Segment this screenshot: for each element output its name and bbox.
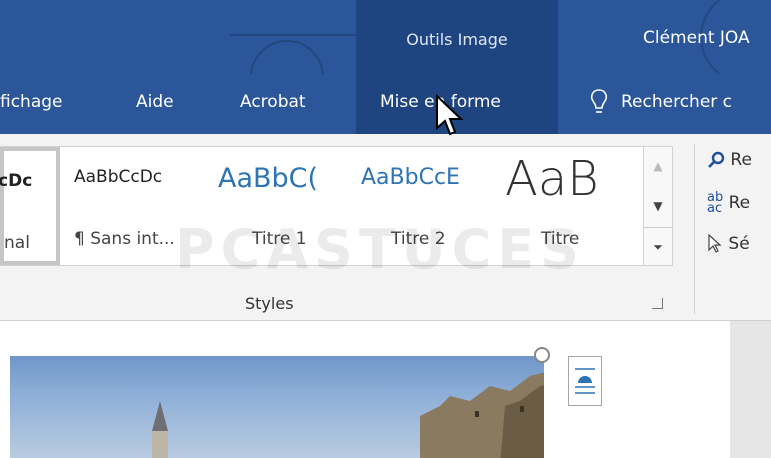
styles-group-label: Styles [245, 294, 294, 313]
style-name: ¶ Sans int... [74, 229, 175, 249]
gallery-up-icon[interactable]: ▲ [644, 147, 672, 185]
find-label: Re [730, 150, 752, 170]
document-page [0, 321, 730, 458]
tab-aide[interactable]: Aide [136, 92, 174, 112]
tower-image [152, 401, 168, 458]
replace-label: Re [728, 193, 751, 213]
style-preview: AaBbCcE [361, 165, 460, 190]
rotate-handle[interactable] [534, 347, 550, 363]
style-name: nal [4, 233, 30, 253]
select-cursor-icon [708, 233, 722, 253]
gallery-more-icon[interactable]: ⏷ [644, 227, 672, 266]
select-button[interactable]: Sé [707, 233, 750, 254]
document-area [0, 320, 771, 458]
mouse-cursor-icon [436, 94, 464, 136]
gallery-scroll: ▲ ▼ ⏷ [643, 146, 673, 266]
find-button[interactable]: Re [707, 150, 752, 170]
ribbon-tabs: fichage Aide Acrobat Mise en forme Reche… [0, 74, 771, 134]
dialog-launcher-icon[interactable] [652, 298, 663, 309]
tab-acrobat[interactable]: Acrobat [240, 92, 306, 112]
replace-icon: ab ac [707, 190, 724, 216]
contextual-tab-group-label: Outils Image [406, 30, 508, 49]
tell-me-search[interactable]: Rechercher c [621, 92, 732, 112]
selected-image[interactable] [10, 356, 544, 458]
select-label: Sé [728, 234, 750, 254]
castle-image [420, 372, 544, 458]
editing-group: Re ab ac Re Sé [694, 144, 771, 314]
user-name[interactable]: Clément JOA [643, 28, 750, 48]
gallery-down-icon[interactable]: ▼ [644, 187, 672, 225]
lightbulb-icon[interactable] [590, 88, 608, 118]
search-icon [708, 151, 725, 168]
style-preview: AaBbCcDc [74, 167, 163, 187]
layout-options-icon[interactable] [568, 356, 602, 406]
watermark: PCASTUCES [175, 218, 585, 281]
contextual-tab-group: Outils Image [356, 0, 558, 74]
style-preview: cDc [0, 171, 33, 191]
tab-affichage[interactable]: fichage [0, 92, 63, 112]
replace-button[interactable]: ab ac Re [707, 190, 751, 216]
circuit-decoration [230, 34, 370, 36]
style-preview: AaBbC( [218, 163, 319, 194]
style-normal[interactable]: cDc nal [0, 147, 60, 265]
title-bar: Outils Image Clément JOA [0, 0, 771, 114]
style-preview: AaB [505, 151, 599, 207]
